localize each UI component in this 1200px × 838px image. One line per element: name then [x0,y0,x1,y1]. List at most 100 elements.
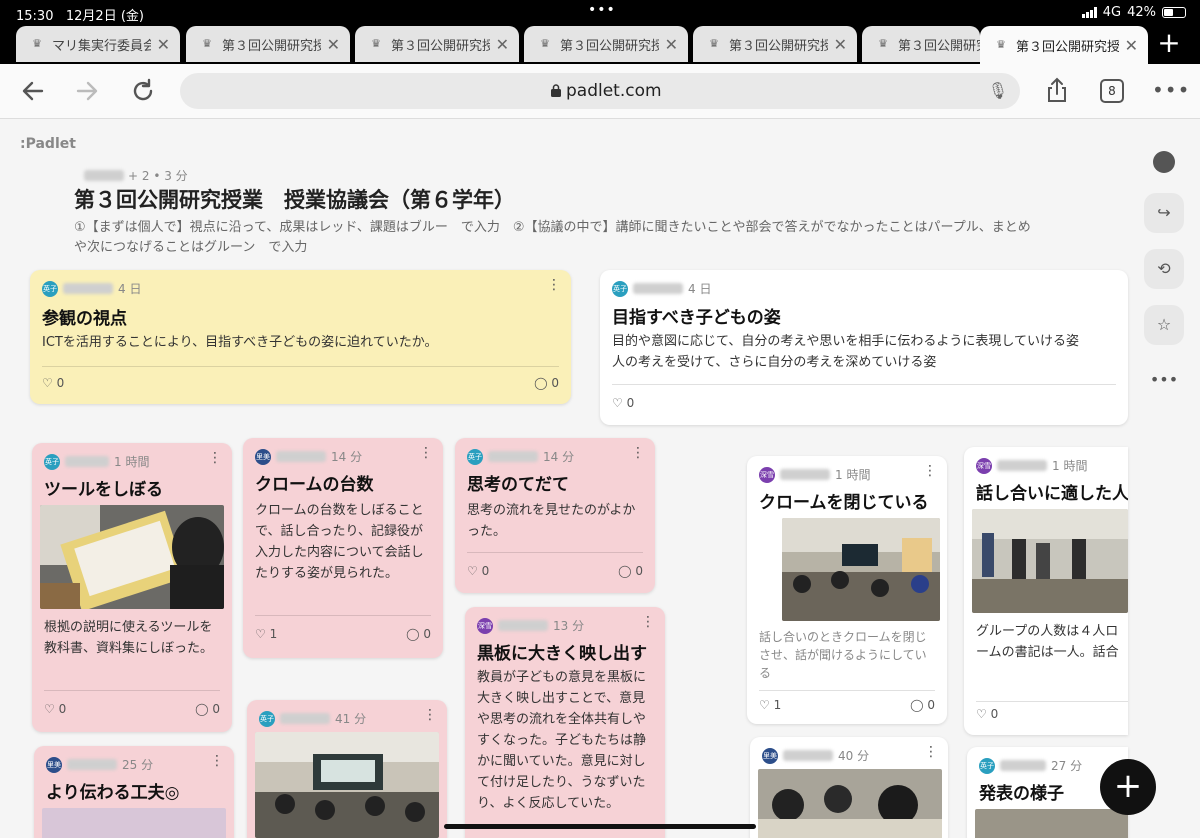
multitasking-dots-icon[interactable]: ••• [588,2,616,18]
post-body: 目的や意図に応じて、自分の考えや思いを相手に伝わるように表現していける姿 人の考え… [612,331,1122,373]
like-count: 1 [773,698,782,712]
post-menu-icon[interactable]: ⋮ [419,446,433,460]
new-tab-button[interactable]: + [1152,28,1186,62]
post-menu-icon[interactable]: ⋮ [631,446,645,460]
post-card[interactable]: 英子 4 日 目指すべき子どもの姿 目的や意図に応じて、自分の考えや思いを相手に伝… [600,270,1128,425]
post-header: 英子 1 時間 [44,453,149,470]
browser-tab[interactable]: ♛ 第３回公開研究授 [862,26,980,62]
post-photo[interactable] [42,808,226,838]
url-text: padlet.com [566,81,662,101]
author-name-blurred [276,451,326,462]
tab-title: 第３回公開研究授 [391,38,490,54]
close-tab-icon[interactable]: ✕ [834,35,847,54]
comment-button[interactable]: ◯ 0 [618,564,643,578]
tab-count-button[interactable]: 8 [1100,79,1124,103]
more-menu-icon[interactable]: ••• [1152,78,1190,102]
post-photo[interactable] [975,809,1128,838]
post-card[interactable]: 深雪 13 分 ⋮ 黒板に大きく映し出す 教員が子どもの意見を黒板に大きく映し出す… [465,607,665,838]
post-header: 深雪 13 分 [477,617,584,634]
padlet-favicon-icon: ♛ [202,37,212,50]
remake-button[interactable]: ⟲ [1144,249,1184,289]
padlet-logo[interactable]: :Padlet [20,136,76,152]
add-post-button[interactable]: + [1100,759,1156,815]
padlet-favicon-icon: ♛ [371,37,381,50]
post-photo[interactable] [972,509,1128,613]
post-footer: ♡ 0 ◯ 0 [42,376,559,390]
browser-tab[interactable]: ♛ マリ集実行委員会 ✕ [16,26,180,62]
post-card[interactable]: 里美 25 分 ⋮ より伝わる工夫◎ [34,746,234,838]
post-divider [976,701,1128,702]
close-tab-icon[interactable]: ✕ [1125,36,1138,55]
post-menu-icon[interactable]: ⋮ [423,708,437,722]
post-menu-icon[interactable]: ⋮ [924,745,938,759]
comment-button[interactable]: ◯ 0 [195,702,220,716]
favorite-button[interactable]: ☆ [1144,305,1184,345]
like-button[interactable]: ♡ 0 [44,702,66,716]
close-tab-icon[interactable]: ✕ [665,35,678,54]
post-card[interactable]: 深雪 1 時間 ⋮ クロームを閉じている 話し合いのときクロームを閉じさせ、話が聞… [747,456,947,724]
post-photo[interactable] [40,505,224,609]
author-avatar: 深雪 [759,466,775,483]
like-button[interactable]: ♡ 0 [42,376,64,390]
share-padlet-button[interactable]: ↪ [1144,193,1184,233]
like-button[interactable]: ♡ 0 [467,564,489,578]
post-menu-icon[interactable]: ⋮ [547,278,561,292]
post-menu-icon[interactable]: ⋮ [923,464,937,478]
post-body-line: 人の考えを受けて、さらに自分の考えを深めていける姿 [612,355,937,370]
post-header: 英子 27 分 [979,757,1082,774]
comment-button[interactable]: ◯ 0 [406,627,431,641]
post-menu-icon[interactable]: ⋮ [210,754,224,768]
post-card[interactable]: 深雪 1 時間 話し合いに適した人 グループの人数は４人ロームの書記は一人。話合い… [964,447,1128,735]
post-divider [42,366,559,367]
like-button[interactable]: ♡ 0 [976,707,998,721]
browser-tab[interactable]: ♛ 第３回公開研究授 ✕ [693,26,857,62]
reload-button[interactable] [124,72,162,110]
close-tab-icon[interactable]: ✕ [496,35,509,54]
post-photo[interactable] [758,769,942,838]
more-dots-icon: ••• [1149,370,1179,389]
comment-button[interactable]: ◯ 0 [534,376,559,390]
post-photo[interactable] [782,518,940,621]
forward-button[interactable] [68,72,106,110]
post-title: 参観の視点 [42,309,127,329]
post-divider [759,690,935,691]
address-bar[interactable]: padlet.com 🎙 [180,73,1020,109]
post-header: 里美 14 分 [255,448,362,465]
user-avatar[interactable] [1144,142,1184,182]
post-card[interactable]: 里美 14 分 ⋮ クロームの台数 クロームの台数をしぼることで、話し合ったり、記… [243,438,443,658]
share-button[interactable] [1038,72,1076,110]
browser-tab-active[interactable]: ♛ 第３回公開研究授 ✕ [980,26,1148,64]
post-card[interactable]: 英子 1 時間 ⋮ ツールをしぼる 根拠の説明に使えるツールを教科書、資料集にしぼ… [32,443,232,732]
close-tab-icon[interactable]: ✕ [157,35,170,54]
padlet-favicon-icon: ♛ [709,37,719,50]
more-options-button[interactable]: ••• [1144,360,1184,400]
post-time: 13 分 [553,619,585,633]
post-title: より伝わる工夫◎ [46,783,180,803]
post-card[interactable]: 英子 4 日 ⋮ 参観の視点 ICTを活用することにより、目指すべき子どもの姿に迫… [30,270,571,404]
star-icon: ☆ [1156,315,1172,334]
post-header: 深雪 1 時間 [759,466,870,483]
post-time: 1 時間 [1052,459,1088,473]
post-menu-icon[interactable]: ⋮ [208,451,222,465]
classroom-photo-image [255,732,439,838]
browser-tab[interactable]: ♛ 第３回公開研究授 ✕ [355,26,519,62]
like-button[interactable]: ♡ 0 [612,396,634,410]
post-card[interactable]: 英子 41 分 ⋮ [247,700,447,838]
post-card[interactable]: 里美 40 分 ⋮ [750,737,948,838]
microphone-icon[interactable]: 🎙 [988,81,1008,100]
post-menu-icon[interactable]: ⋮ [641,615,655,629]
close-tab-icon[interactable]: ✕ [327,35,340,54]
post-photo[interactable] [255,732,439,838]
browser-tab[interactable]: ♛ 第３回公開研究授 ✕ [186,26,350,62]
back-button[interactable] [14,72,52,110]
post-time: 4 日 [688,282,712,296]
like-button[interactable]: ♡ 1 [759,698,781,712]
like-button[interactable]: ♡ 1 [255,627,277,641]
browser-tab[interactable]: ♛ 第３回公開研究授 ✕ [524,26,688,62]
post-header: 英子 4 日 [612,280,711,297]
author-name-blurred [84,170,124,181]
post-header: 英子 4 日 [42,280,141,297]
comment-button[interactable]: ◯ 0 [910,698,935,712]
author-avatar: 英子 [42,280,58,297]
post-card[interactable]: 英子 14 分 ⋮ 思考のてだて 思考の流れを見せたのがよかった。 ♡ 0 ◯ 0 [455,438,655,593]
